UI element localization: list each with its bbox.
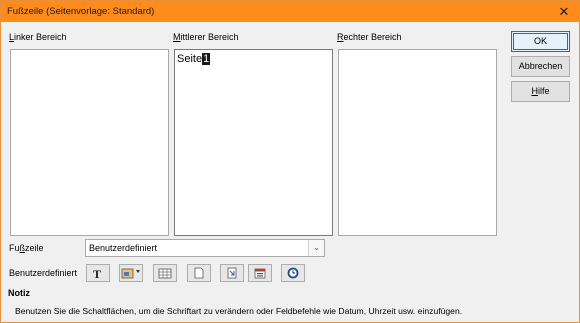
text-attributes-icon: T: [93, 267, 101, 279]
sheet-name-button[interactable]: [153, 264, 177, 282]
svg-text:T: T: [93, 267, 101, 279]
center-area-editor[interactable]: Seite1: [174, 49, 333, 236]
dialog-title: Fußzeile (Seitenvorlage: Standard): [7, 6, 155, 17]
footer-select[interactable]: Benutzerdefiniert ⌄: [85, 239, 325, 257]
sheet-name-icon: [158, 268, 172, 279]
note-text: Benutzen Sie die Schaltflächen, um die S…: [15, 306, 463, 316]
chevron-down-icon[interactable]: ⌄: [308, 240, 324, 256]
text-attributes-button[interactable]: T: [86, 264, 110, 282]
close-icon[interactable]: ✕: [549, 1, 579, 22]
page-button[interactable]: [187, 264, 211, 282]
left-area-label: Linker Bereich: [9, 32, 67, 42]
file-name-button[interactable]: [119, 264, 143, 282]
help-button[interactable]: Hilfe: [511, 81, 570, 102]
pages-button[interactable]: [220, 264, 244, 282]
footer-dialog: Fußzeile (Seitenvorlage: Standard) ✕ Lin…: [0, 0, 580, 323]
footer-select-value: Benutzerdefiniert: [89, 243, 158, 253]
date-button[interactable]: [248, 264, 272, 282]
pages-icon: [227, 267, 237, 279]
right-area-label: Rechter Bereich: [337, 32, 402, 42]
center-area-label: Mittlerer Bereich: [173, 32, 239, 42]
cancel-button[interactable]: Abbrechen: [511, 56, 570, 77]
page-number-field[interactable]: 1: [202, 53, 211, 65]
time-button[interactable]: [281, 264, 305, 282]
time-icon: [287, 267, 299, 279]
right-area-editor[interactable]: [338, 49, 497, 236]
left-area-editor[interactable]: [10, 49, 169, 236]
footer-label: Fußzeile: [9, 243, 44, 253]
center-area-text: Seite1: [177, 53, 211, 65]
date-icon: [254, 268, 266, 279]
file-name-icon: [121, 268, 140, 279]
title-bar: Fußzeile (Seitenvorlage: Standard) ✕: [1, 1, 579, 22]
custom-label: Benutzerdefiniert: [9, 268, 78, 278]
ok-button[interactable]: OK: [511, 31, 570, 52]
page-icon: [194, 267, 204, 279]
note-heading: Notiz: [8, 288, 30, 298]
